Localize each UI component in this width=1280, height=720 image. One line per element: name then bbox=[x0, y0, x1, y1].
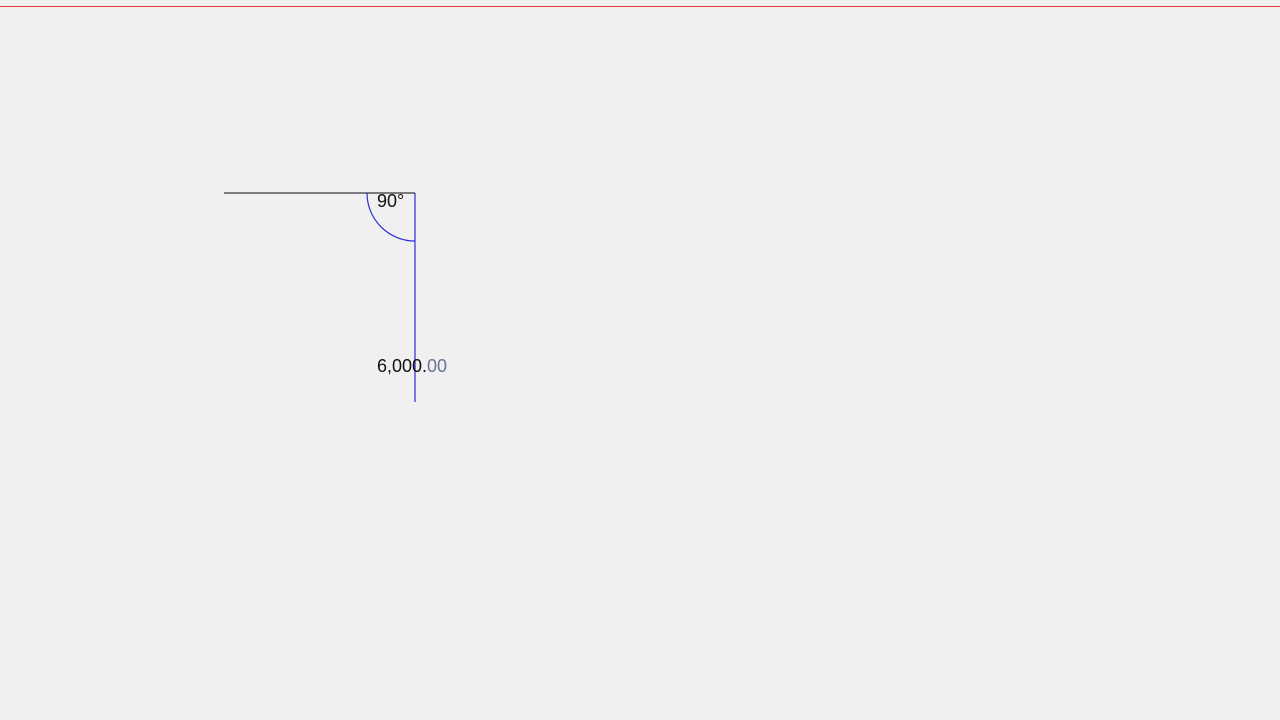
drawing-canvas[interactable]: 90° 6,000.00 bbox=[0, 0, 1280, 720]
length-label: 6,000.00 bbox=[377, 356, 447, 376]
drawing-svg[interactable] bbox=[0, 0, 1280, 720]
length-integer-part: 6,000. bbox=[377, 356, 428, 376]
length-fraction-part: 00 bbox=[427, 356, 448, 376]
angle-label: 90° bbox=[377, 191, 405, 211]
